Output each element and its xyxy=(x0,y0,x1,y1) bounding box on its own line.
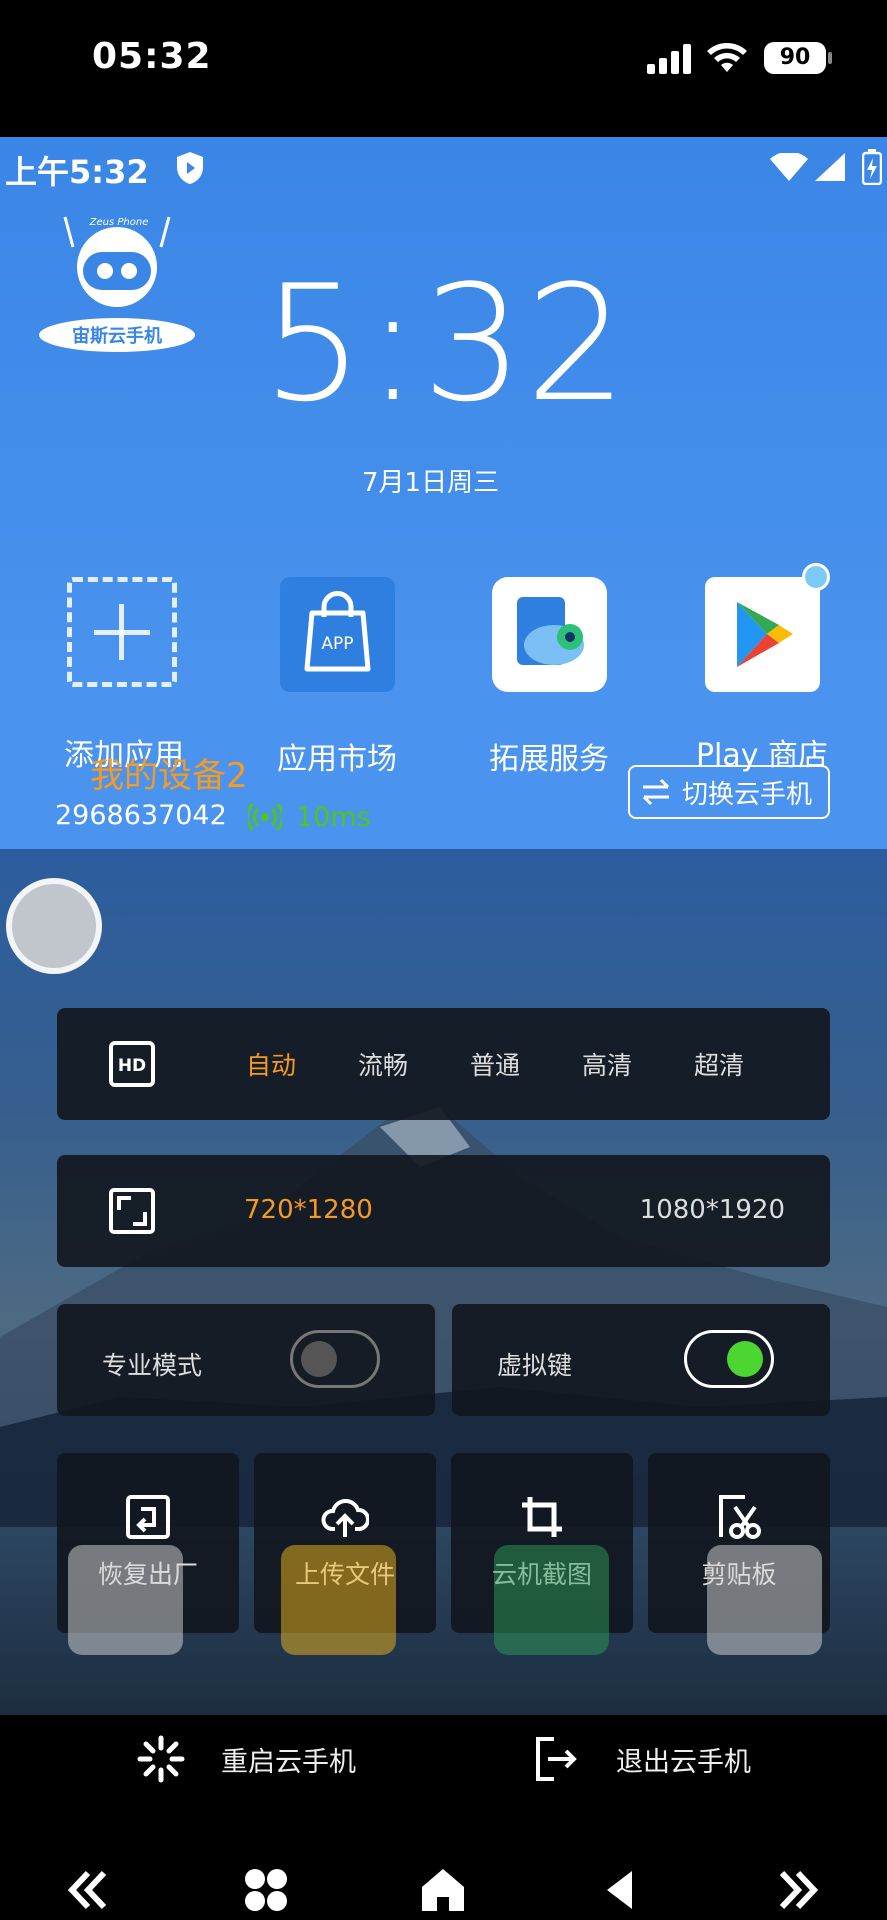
resolution-selector: 720*1280 1080*1920 xyxy=(57,1155,830,1267)
app-label: 拓展服务 xyxy=(489,742,609,777)
apps-grid-icon[interactable] xyxy=(241,1865,291,1915)
wifi-icon xyxy=(707,43,747,72)
virtual-keys-card: 虚拟键 xyxy=(452,1304,830,1416)
home-icon[interactable] xyxy=(418,1865,468,1915)
home-date: 7月1日周三 xyxy=(362,468,500,498)
virtual-keys-toggle[interactable] xyxy=(684,1330,774,1388)
extension-icon xyxy=(491,577,607,692)
quality-option-normal[interactable]: 普通 xyxy=(439,1046,551,1082)
background-app-icon xyxy=(494,1545,609,1655)
home-clock: 5:32 xyxy=(262,250,630,437)
crop-icon xyxy=(522,1497,562,1537)
logo-text: 宙斯云手机 xyxy=(72,325,162,347)
resize-icon xyxy=(109,1188,155,1234)
app-market-icon-text: APP xyxy=(321,634,353,654)
hd-icon: HD xyxy=(109,1041,155,1087)
floating-ball-button[interactable] xyxy=(6,878,102,974)
exit-icon xyxy=(536,1737,577,1781)
latency-value: 10ms xyxy=(296,802,371,833)
restart-icon xyxy=(137,1735,185,1783)
app-market-icon: APP xyxy=(279,577,395,692)
logo-subtext: Zeus Phone xyxy=(89,217,149,228)
clipboard-icon xyxy=(719,1495,761,1539)
virtual-keys-label: 虚拟键 xyxy=(497,1351,573,1380)
cellular-signal-icon xyxy=(647,44,691,74)
svg-text:HD: HD xyxy=(118,1056,146,1076)
exit-cloud-phone-button[interactable]: 退出云手机 xyxy=(532,1735,751,1783)
cloud-status-time: 上午5:32 xyxy=(5,153,149,191)
play-store-icon xyxy=(704,577,820,692)
quality-option-ultra[interactable]: 超清 xyxy=(663,1046,775,1082)
bottom-action-bar: 重启云手机 退出云手机 xyxy=(0,1715,887,1920)
double-chevron-left-icon[interactable] xyxy=(64,1865,114,1915)
device-name: 我的设备2 xyxy=(90,756,248,796)
cloud-wifi-icon xyxy=(770,153,808,181)
resolution-option-1080[interactable]: 1080*1920 xyxy=(640,1195,785,1225)
quality-option-high[interactable]: 高清 xyxy=(551,1046,663,1082)
app-label: 应用市场 xyxy=(277,742,397,777)
quality-option-smooth[interactable]: 流畅 xyxy=(327,1046,439,1082)
signal-broadcast-icon xyxy=(248,802,282,832)
shield-icon xyxy=(177,152,203,184)
battery-indicator: 90 xyxy=(764,42,832,74)
background-app-icon xyxy=(707,1545,822,1655)
host-clock: 05:32 xyxy=(92,36,212,77)
double-chevron-right-icon[interactable] xyxy=(772,1865,822,1915)
switch-label: 切换云手机 xyxy=(682,779,813,810)
resolution-option-720[interactable]: 720*1280 xyxy=(244,1195,373,1225)
pro-mode-toggle[interactable] xyxy=(290,1330,380,1388)
cloud-battery-icon xyxy=(862,149,882,185)
quality-option-auto[interactable]: 自动 xyxy=(215,1046,327,1082)
host-status-bar: 05:32 90 xyxy=(0,0,887,137)
upload-icon xyxy=(321,1499,370,1537)
background-app-icon xyxy=(281,1545,396,1655)
restart-label: 重启云手机 xyxy=(221,1746,356,1778)
app-add[interactable]: 添加应用 xyxy=(29,577,219,774)
swap-icon xyxy=(642,778,670,806)
app-play-store[interactable]: Play 商店 xyxy=(667,563,857,774)
background-app-icon xyxy=(68,1545,183,1655)
pro-mode-label: 专业模式 xyxy=(102,1351,203,1380)
pro-mode-card: 专业模式 xyxy=(57,1304,435,1416)
back-icon[interactable] xyxy=(597,1865,647,1915)
add-icon xyxy=(66,577,177,687)
quality-selector: HD 自动 流畅 普通 高清 超清 xyxy=(57,1008,830,1120)
zeus-phone-logo: 宙斯云手机 Zeus Phone xyxy=(39,216,195,352)
switch-cloud-phone-button[interactable]: 切换云手机 xyxy=(628,765,830,819)
exit-label: 退出云手机 xyxy=(616,1746,751,1778)
cloud-signal-icon xyxy=(815,153,845,181)
notification-dot xyxy=(801,563,830,591)
device-id: 2968637042 xyxy=(55,800,227,831)
factory-reset-icon xyxy=(126,1495,170,1539)
app-extension[interactable]: 拓展服务 xyxy=(454,577,644,778)
app-market[interactable]: APP 应用市场 xyxy=(242,577,432,778)
restart-cloud-phone-button[interactable]: 重启云手机 xyxy=(137,1735,356,1783)
